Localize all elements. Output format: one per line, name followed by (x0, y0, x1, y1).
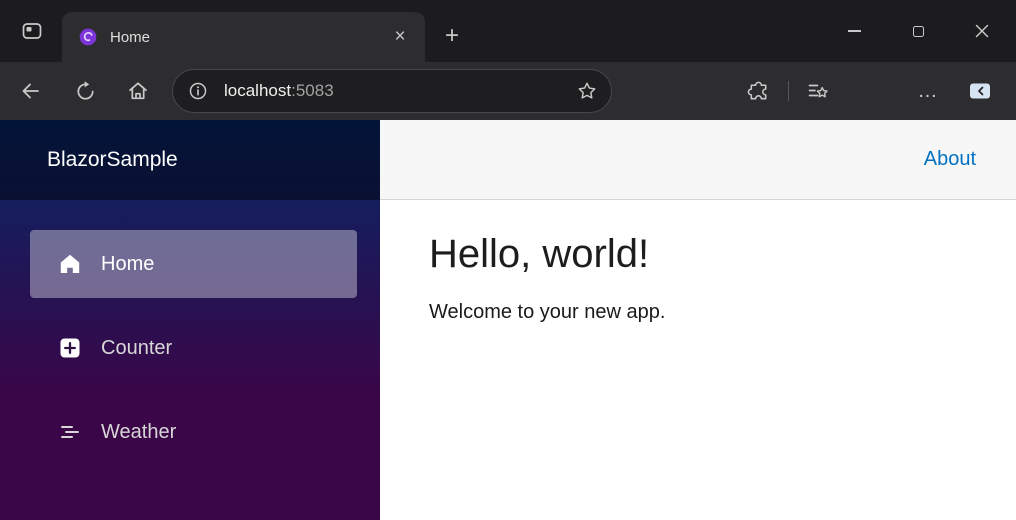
nav-label: Weather (101, 420, 177, 443)
toolbar-divider (788, 81, 789, 101)
plus-square-icon (58, 336, 82, 360)
welcome-text: Welcome to your new app. (429, 301, 666, 323)
info-icon (187, 80, 209, 102)
new-tab-button[interactable]: + (437, 21, 467, 51)
main-top-row: About (380, 120, 1016, 200)
url-port: :5083 (291, 81, 334, 100)
favorites-button[interactable] (798, 71, 838, 111)
refresh-icon (74, 80, 97, 103)
house-icon (58, 252, 82, 276)
page-viewport: BlazorSample Home Counter Weather About … (0, 120, 1016, 520)
nav-label: Counter (101, 336, 173, 359)
close-button[interactable] (954, 10, 1010, 52)
nav-item-weather[interactable]: Weather (30, 398, 357, 466)
app-main: About Hello, world! Welcome to your new … (380, 120, 1016, 520)
page-title: Hello, world! (429, 232, 650, 276)
home-icon (126, 79, 150, 103)
favorites-icon (806, 79, 830, 103)
window-controls (818, 0, 1010, 62)
url-host: localhost (224, 81, 292, 100)
back-button[interactable] (8, 71, 52, 111)
settings-menu-button[interactable]: … (908, 71, 948, 111)
extensions-button[interactable] (738, 71, 778, 111)
app-sidebar: BlazorSample Home Counter Weather (0, 120, 380, 520)
home-button[interactable] (116, 71, 160, 111)
browser-tab[interactable]: Home × (62, 12, 425, 62)
site-info-button[interactable] (181, 74, 215, 108)
tab-actions-button[interactable] (12, 14, 52, 48)
brand-link[interactable]: BlazorSample (47, 148, 178, 172)
maximize-icon (912, 25, 924, 37)
nav-label: Home (101, 252, 155, 275)
star-icon (576, 80, 598, 102)
sidebar-toggle-icon (967, 79, 993, 103)
app-nav: Home Counter Weather (0, 200, 380, 466)
url-text: localhost:5083 (224, 81, 569, 101)
refresh-button[interactable] (63, 71, 107, 111)
sidebar-toggle-button[interactable] (958, 71, 1002, 111)
back-icon (18, 79, 42, 103)
blazor-favicon-icon (78, 27, 98, 47)
tab-close-button[interactable]: × (387, 24, 413, 50)
about-link[interactable]: About (924, 148, 976, 171)
address-bar[interactable]: localhost:5083 (172, 69, 612, 113)
brand-row: BlazorSample (0, 120, 380, 200)
browser-titlebar: Home × + (0, 0, 1016, 62)
main-content: Hello, world! Welcome to your new app. (380, 200, 1016, 324)
maximize-button[interactable] (890, 10, 946, 52)
tab-actions-icon (20, 19, 44, 43)
browser-window: Home × + localhost:5083 … BlazorSample H… (0, 0, 1016, 520)
close-icon (975, 24, 989, 38)
nav-item-counter[interactable]: Counter (30, 314, 357, 382)
extensions-icon (747, 80, 770, 103)
favorite-this-page-button[interactable] (569, 73, 605, 109)
list-nested-icon (58, 420, 82, 444)
browser-toolbar: localhost:5083 … (0, 62, 1016, 120)
minimize-button[interactable] (826, 10, 882, 52)
nav-item-home[interactable]: Home (30, 230, 357, 298)
tab-title: Home (110, 28, 151, 46)
minimize-icon (847, 30, 861, 32)
